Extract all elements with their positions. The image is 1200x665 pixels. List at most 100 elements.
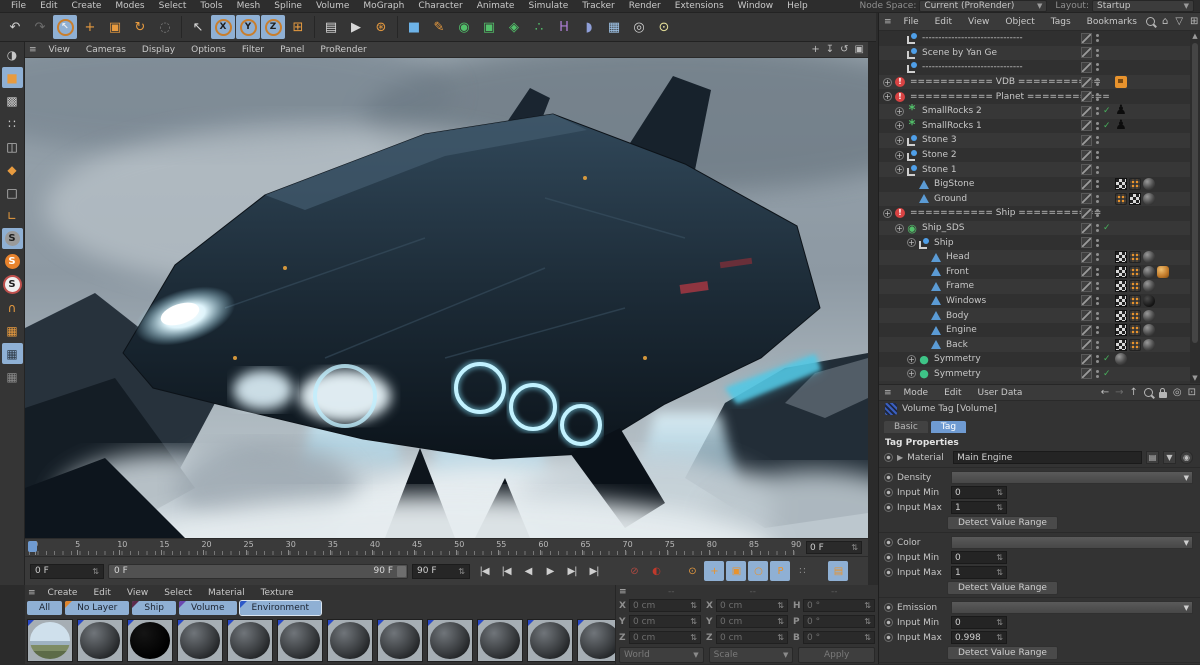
- prev-key-button[interactable]: |◀: [496, 561, 516, 581]
- layer-toggle-icon[interactable]: [1081, 207, 1092, 219]
- menu-mesh[interactable]: Mesh: [230, 1, 268, 11]
- goto-end-button[interactable]: ▶|: [584, 561, 604, 581]
- spinner-icon[interactable]: ⇅: [690, 601, 697, 610]
- sphere-dark-tag-icon[interactable]: [1143, 294, 1155, 307]
- attr-menu-edit[interactable]: Edit: [937, 388, 968, 398]
- density-input-min-field[interactable]: 0 ⇅: [951, 486, 1007, 499]
- om-menu-edit[interactable]: Edit: [928, 17, 959, 27]
- material-menu-select[interactable]: Select: [157, 588, 199, 598]
- viewport-menu-filter[interactable]: Filter: [235, 45, 271, 55]
- new-panel-icon[interactable]: ⊡: [1188, 387, 1196, 398]
- visibility-dots-icon[interactable]: [1096, 34, 1099, 43]
- expand-icon[interactable]: +: [883, 92, 892, 102]
- visibility-dots-icon[interactable]: [1096, 48, 1099, 57]
- live-selection-button[interactable]: ↖: [53, 15, 77, 39]
- model-mode-button[interactable]: ■: [1, 67, 23, 88]
- add-cube-button[interactable]: ■: [402, 15, 426, 39]
- render-settings-button[interactable]: ⊛: [369, 15, 393, 39]
- lock-icon[interactable]: [1158, 387, 1167, 398]
- density-input-max-field[interactable]: 1 ⇅: [951, 501, 1007, 514]
- viewport-menu-options[interactable]: Options: [184, 45, 233, 55]
- layer-toggle-icon[interactable]: [1081, 266, 1092, 278]
- visibility-dots-icon[interactable]: [1096, 78, 1099, 87]
- object-row-front[interactable]: Front: [879, 264, 1191, 280]
- texture-mode-button[interactable]: ▩: [2, 90, 23, 111]
- menu-edit[interactable]: Edit: [33, 1, 64, 11]
- layer-toggle-icon[interactable]: [1081, 324, 1092, 336]
- color-input-min-field[interactable]: 0 ⇅: [951, 551, 1007, 564]
- prev-frame-button[interactable]: ◀: [518, 561, 538, 581]
- sphere-tag-icon[interactable]: [1143, 265, 1155, 278]
- edge-mode-button[interactable]: ◫: [2, 136, 23, 157]
- menu-character[interactable]: Character: [411, 1, 469, 11]
- spinner-icon[interactable]: ⇅: [996, 618, 1003, 627]
- visibility-dots-icon[interactable]: [1096, 282, 1099, 291]
- object-row-head[interactable]: Head: [879, 249, 1191, 265]
- object-row-ship[interactable]: +! =========== Ship ===========: [879, 206, 1191, 221]
- material-link-field[interactable]: Main Engine: [953, 451, 1142, 464]
- emission-input-max-field[interactable]: 0.998 ⇅: [951, 631, 1007, 644]
- object-row-back[interactable]: Back: [879, 337, 1191, 353]
- autokeying-button[interactable]: ◐: [646, 561, 666, 581]
- dots-tag-icon[interactable]: [1129, 294, 1141, 307]
- enabled-check-icon[interactable]: ✓: [1103, 369, 1111, 379]
- object-row-symmetry[interactable]: + ● Symmetry ✓: [879, 352, 1191, 367]
- object-row-vdb[interactable]: +! =========== VDB ===========: [879, 74, 1191, 90]
- keyable-dot-icon[interactable]: [884, 473, 893, 482]
- sphere-tag-icon[interactable]: [1143, 251, 1155, 264]
- dots-tag-icon[interactable]: [1129, 309, 1141, 322]
- record-keyframe-button[interactable]: ⊙: [682, 561, 702, 581]
- checker-tag-icon[interactable]: [1115, 265, 1127, 278]
- menu-volume[interactable]: Volume: [309, 1, 356, 11]
- goto-start-button[interactable]: |◀: [474, 561, 494, 581]
- expand-icon[interactable]: +: [895, 121, 904, 131]
- object-row-smallrocks-2[interactable]: + * SmallRocks 2 ✓ ♟: [879, 103, 1191, 119]
- search-icon[interactable]: [1143, 388, 1153, 397]
- layer-toggle-icon[interactable]: [1081, 193, 1092, 205]
- timeline-playhead[interactable]: [28, 541, 37, 552]
- object-row-frame[interactable]: Frame: [879, 279, 1191, 294]
- object-row-smallrocks-1[interactable]: + * SmallRocks 1 ✓ ♟: [879, 118, 1191, 134]
- object-row-scene-by-yan-ge[interactable]: Scene by Yan Ge: [879, 45, 1191, 61]
- toggle-view-icon[interactable]: ▣: [855, 44, 864, 55]
- keyable-dot-icon[interactable]: [884, 488, 893, 497]
- object-row-[interactable]: -------------------------------: [879, 60, 1191, 75]
- expand-icon[interactable]: +: [895, 223, 904, 233]
- keyable-dot-icon[interactable]: [884, 633, 893, 642]
- axis-mode-button[interactable]: ∟: [2, 205, 23, 226]
- viewport-canvas[interactable]: [25, 58, 868, 538]
- viewport-solo-single-button[interactable]: S: [2, 251, 23, 272]
- menu-spline[interactable]: Spline: [267, 1, 309, 11]
- menu-mograph[interactable]: MoGraph: [356, 1, 411, 11]
- redo-button[interactable]: ↷: [28, 15, 52, 39]
- material-thumb-7[interactable]: [327, 619, 373, 662]
- layer-toggle-icon[interactable]: [1081, 47, 1092, 59]
- undo-button[interactable]: ↶: [3, 15, 27, 39]
- scale-y-field[interactable]: 0 cm ⇅: [716, 615, 788, 628]
- pick-object-icon[interactable]: ◉: [1180, 451, 1193, 464]
- om-menu-file[interactable]: File: [897, 17, 926, 27]
- keyable-dot-icon[interactable]: [884, 553, 893, 562]
- sphere-tag-icon[interactable]: [1143, 338, 1155, 351]
- visibility-dots-icon[interactable]: [1096, 253, 1099, 262]
- floor-button[interactable]: ▦: [602, 15, 626, 39]
- rotation-b-field[interactable]: 0 ° ⇅: [803, 631, 875, 644]
- keyable-dot-icon[interactable]: [884, 538, 893, 547]
- visibility-dots-icon[interactable]: [1096, 151, 1099, 160]
- scale-z-field[interactable]: 0 cm ⇅: [716, 631, 788, 644]
- scroll-up-icon[interactable]: ▲: [1190, 32, 1200, 40]
- dots-tag-icon[interactable]: [1129, 338, 1141, 351]
- coordinates-menu-icon[interactable]: ≡: [619, 587, 627, 597]
- last-tool-button[interactable]: ◌: [153, 15, 177, 39]
- spinner-icon[interactable]: ⇅: [996, 633, 1003, 642]
- spinner-icon[interactable]: ⇅: [864, 633, 871, 642]
- make-editable-button[interactable]: ◑: [2, 44, 23, 65]
- object-row-planet[interactable]: +! =========== Planet ===========: [879, 89, 1191, 104]
- attr-tab-tag[interactable]: Tag: [930, 421, 967, 433]
- menu-create[interactable]: Create: [65, 1, 109, 11]
- enabled-check-icon[interactable]: ✓: [1103, 354, 1111, 364]
- viewport-menu-icon[interactable]: ≡: [29, 45, 37, 55]
- sync-icon[interactable]: ◎: [1173, 387, 1182, 398]
- menu-extensions[interactable]: Extensions: [668, 1, 731, 11]
- attr-menu-mode[interactable]: Mode: [897, 388, 936, 398]
